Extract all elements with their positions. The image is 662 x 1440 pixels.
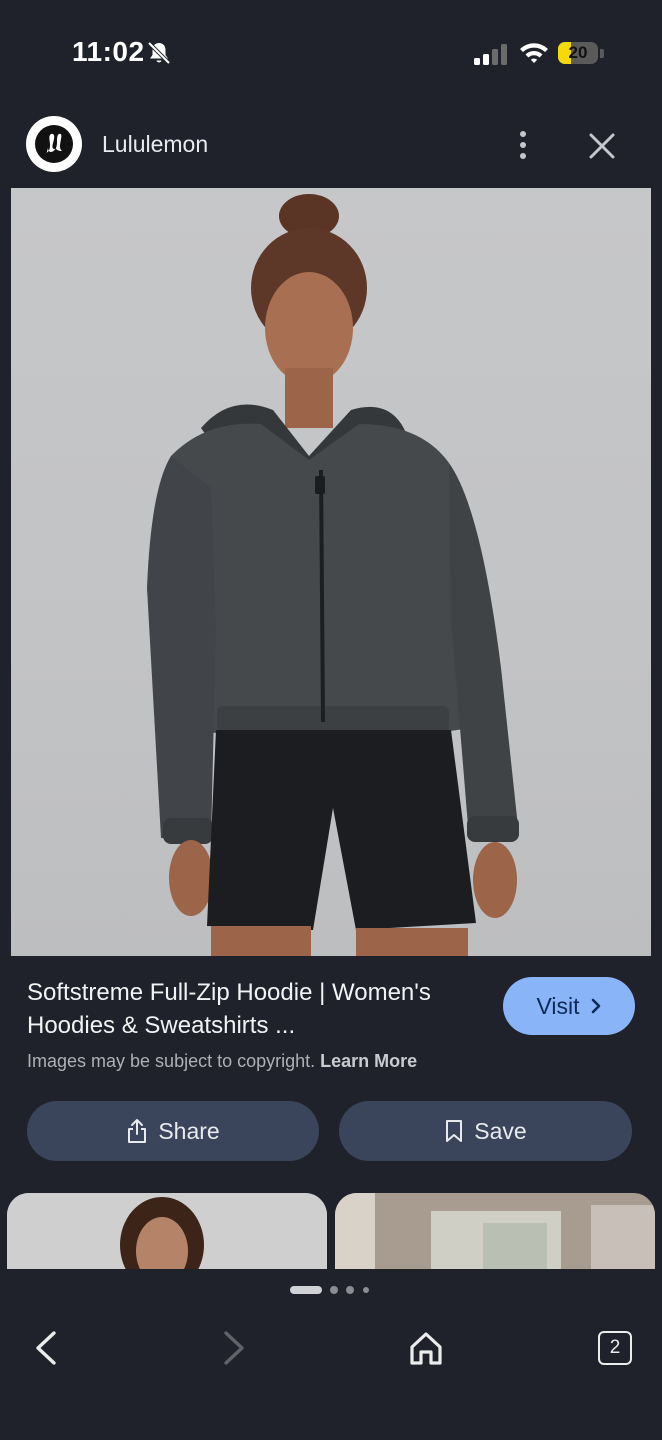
- page-indicator: [290, 1286, 369, 1294]
- visit-label: Visit: [536, 992, 580, 1019]
- battery-level: 20: [568, 43, 588, 62]
- browser-bottom-bar: 2: [0, 1269, 662, 1440]
- copyright-text: Images may be subject to copyright.: [27, 1051, 316, 1071]
- status-time: 11:02: [72, 36, 145, 67]
- product-image[interactable]: [11, 188, 651, 956]
- related-image-thumbnail[interactable]: [335, 1193, 655, 1269]
- related-image-thumbnail[interactable]: [7, 1193, 327, 1269]
- close-icon[interactable]: [586, 130, 618, 162]
- tabs-count-button[interactable]: 2: [598, 1331, 632, 1365]
- save-button[interactable]: Save: [339, 1101, 632, 1161]
- battery-icon: 20: [558, 42, 606, 66]
- home-icon[interactable]: [406, 1329, 446, 1367]
- chevron-right-icon: [591, 998, 600, 1014]
- visit-button[interactable]: Visit: [503, 977, 635, 1035]
- learn-more-link[interactable]: Learn More: [320, 1051, 417, 1071]
- wifi-icon: [520, 43, 548, 63]
- more-vertical-icon[interactable]: [508, 128, 538, 162]
- bookmark-icon: [446, 1120, 463, 1142]
- forward-icon[interactable]: [218, 1329, 250, 1367]
- image-viewer-header: Lululemon: [0, 104, 662, 188]
- cellular-signal-icon: [474, 44, 507, 65]
- bell-slash-icon: [147, 41, 171, 65]
- product-title[interactable]: Softstreme Full-Zip Hoodie | Women's Hoo…: [27, 976, 487, 1042]
- share-button[interactable]: Share: [27, 1101, 319, 1161]
- share-label: Share: [158, 1117, 220, 1144]
- back-icon[interactable]: [30, 1329, 62, 1367]
- share-icon: [128, 1119, 147, 1143]
- save-label: Save: [474, 1117, 527, 1144]
- site-name[interactable]: Lululemon: [102, 131, 208, 158]
- lululemon-logo[interactable]: [26, 116, 82, 172]
- copyright-notice: Images may be subject to copyright. Lear…: [27, 1051, 417, 1072]
- status-bar: 11:02 20: [0, 0, 662, 104]
